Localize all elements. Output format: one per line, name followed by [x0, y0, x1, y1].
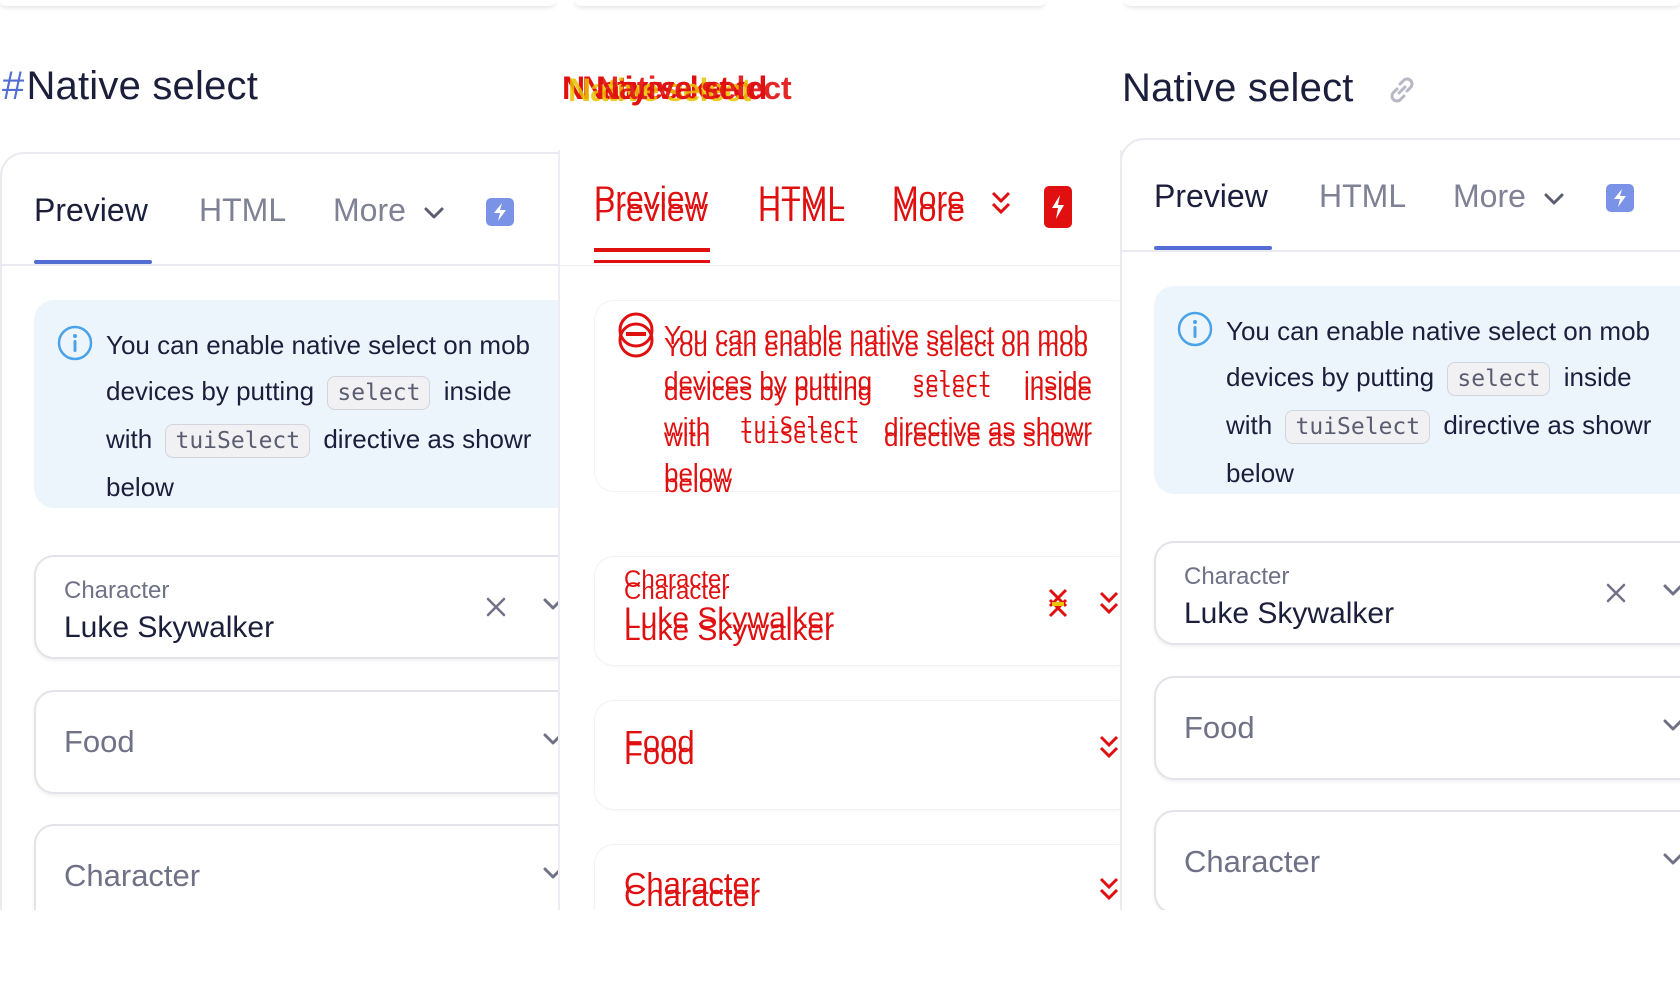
stackblitz-bolt-icon[interactable] — [486, 198, 514, 226]
character-native-placeholder: Character — [64, 858, 201, 893]
notice-line-4: below — [106, 472, 174, 502]
broken-chevron-icon[interactable] — [1098, 876, 1120, 904]
tab-bar-right: Preview HTML More — [1122, 140, 1680, 252]
chevron-down-icon — [1544, 193, 1564, 205]
code-tuiselect-right: tuiSelect — [1285, 410, 1431, 444]
broken-tabs-divider — [560, 265, 1120, 266]
tab-active-indicator-right — [1154, 246, 1272, 250]
code-select-right: select — [1447, 362, 1551, 396]
tab-more-right-label: More — [1453, 178, 1526, 214]
notice-line-2: devices by putting select inside — [106, 368, 560, 416]
notice-line-4-right: below — [1226, 458, 1294, 488]
panel-right: Native select Preview HTML More You can … — [1120, 0, 1680, 910]
info-notice: You can enable native select on mob devi… — [34, 300, 560, 508]
notice-line-2b: inside — [443, 376, 512, 406]
info-notice-right: You can enable native select on mob devi… — [1154, 286, 1680, 494]
demo-card: Preview HTML More You can enable native … — [0, 152, 560, 910]
broken-clear-icon[interactable] — [1046, 586, 1070, 622]
broken-bolt-icon[interactable] — [1044, 186, 1072, 228]
notice-line-2b-right: inside — [1563, 362, 1632, 392]
clear-icon[interactable] — [1604, 581, 1628, 605]
broken-tab-html-b: HTML — [758, 192, 846, 228]
notice-line-1: You can enable native select on mob — [106, 330, 531, 360]
demo-card-right: Preview HTML More You can enable native … — [1120, 138, 1680, 910]
page-title: #Native select — [2, 64, 258, 109]
broken-title-overlay-2: Native select — [596, 70, 792, 106]
broken-notice-directive-b: directive as showr — [884, 422, 1093, 452]
broken-notice-code-tui-b: tuiSelect — [740, 424, 860, 449]
broken-character-value-b: Luke Skywalker — [624, 614, 835, 647]
tab-html[interactable]: HTML — [199, 192, 286, 229]
tab-preview[interactable]: Preview — [34, 192, 148, 229]
panel-left: #Native select Preview HTML More You can… — [0, 0, 560, 910]
character-native-select-right[interactable]: Character — [1154, 810, 1680, 910]
tab-more[interactable]: More — [333, 192, 445, 229]
broken-tab-underline-2 — [594, 260, 710, 263]
tab-bar: Preview HTML More — [2, 154, 560, 266]
code-tuiselect: tuiSelect — [165, 424, 311, 458]
chevron-down-icon[interactable] — [1662, 852, 1680, 866]
food-select[interactable]: Food — [34, 690, 560, 794]
character-native-placeholder-right: Character — [1184, 844, 1321, 879]
tab-active-indicator — [34, 260, 152, 264]
notice-line-3-right: with tuiSelect directive as showr — [1226, 402, 1680, 450]
notice-text-right: You can enable native select on mob devi… — [1226, 308, 1680, 496]
broken-chevron-icon[interactable] — [1098, 590, 1120, 618]
info-icon — [1177, 311, 1213, 347]
broken-food-placeholder-b: Food — [624, 736, 695, 771]
panel-middle-broken: NNatiyesaket cd Native select Native sel… — [560, 0, 1120, 910]
page-title-text: Native select — [26, 64, 259, 108]
code-select: select — [327, 376, 431, 410]
tab-more-right[interactable]: More — [1453, 178, 1565, 215]
character-select-label-right: Character — [1184, 563, 1290, 590]
link-icon[interactable] — [1385, 73, 1419, 107]
notice-line-3: with tuiSelect directive as showr — [106, 416, 560, 464]
broken-character-placeholder-b: Character — [624, 878, 761, 910]
character-select-right[interactable]: Character Luke Skywalker — [1154, 541, 1680, 645]
notice-line-1-right: You can enable native select on mob — [1226, 316, 1651, 346]
broken-tab-underline — [594, 248, 710, 252]
food-select-placeholder: Food — [64, 724, 135, 759]
food-select-right[interactable]: Food — [1154, 676, 1680, 780]
character-select-value: Luke Skywalker — [64, 611, 275, 644]
chevron-down-icon[interactable] — [1662, 718, 1680, 732]
character-select[interactable]: Character Luke Skywalker — [34, 555, 560, 659]
chevron-down-icon[interactable] — [1662, 583, 1680, 597]
clear-icon[interactable] — [484, 595, 508, 619]
notice-line-3b: directive as showr — [323, 424, 532, 454]
character-select-label: Character — [64, 577, 170, 604]
notice-line-3a-right: with — [1226, 410, 1273, 440]
chevron-down-icon — [424, 207, 444, 219]
broken-notice-line-4b: below — [664, 468, 732, 498]
notice-text: You can enable native select on mob devi… — [106, 322, 560, 510]
broken-chevron-icon[interactable] — [1098, 734, 1120, 762]
stackblitz-bolt-icon[interactable] — [1606, 184, 1634, 212]
anchor-hash[interactable]: # — [2, 64, 24, 108]
notice-line-2a: devices by putting — [106, 376, 315, 406]
notice-line-3b-right: directive as showr — [1443, 410, 1652, 440]
broken-info-icon — [618, 312, 654, 358]
page-title-right: Native select — [1122, 66, 1419, 111]
tab-preview-right[interactable]: Preview — [1154, 178, 1268, 215]
food-select-placeholder-right: Food — [1184, 710, 1255, 745]
broken-chevron-icon — [991, 191, 1011, 215]
notice-line-2a-right: devices by putting — [1226, 362, 1435, 392]
tab-more-label: More — [333, 192, 406, 228]
broken-tab-preview-b: Preview — [594, 192, 708, 228]
broken-tab-more-b: More — [892, 192, 965, 228]
character-native-select[interactable]: Character — [34, 824, 560, 910]
page-title-right-text: Native select — [1122, 66, 1354, 110]
tab-html-right[interactable]: HTML — [1319, 178, 1406, 215]
notice-line-2-right: devices by putting select inside — [1226, 354, 1680, 402]
info-icon — [57, 325, 93, 361]
notice-line-3a: with — [106, 424, 153, 454]
character-select-value-right: Luke Skywalker — [1184, 597, 1395, 630]
bottom-blank — [0, 910, 1680, 988]
